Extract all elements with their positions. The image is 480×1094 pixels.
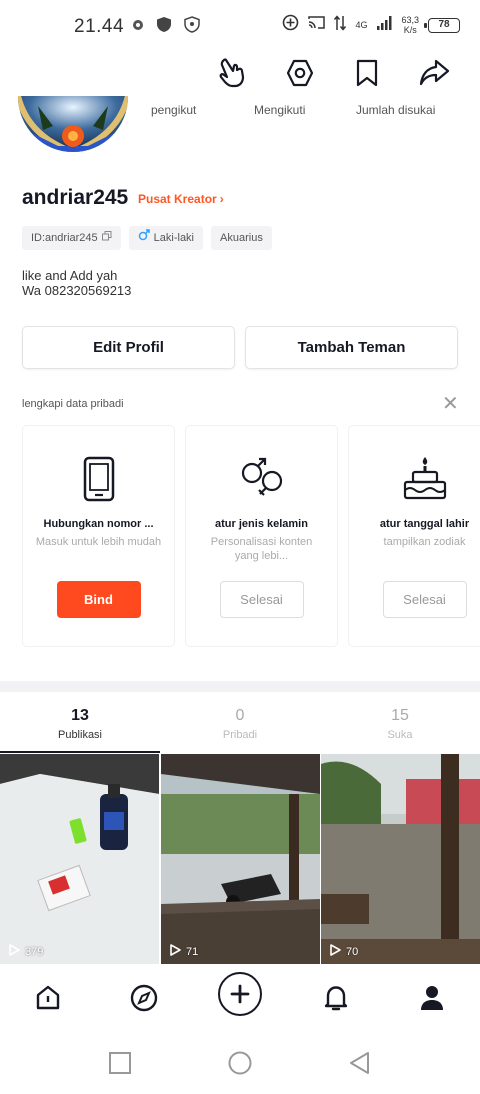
network-type: 4G [355,20,368,30]
tab-count: 15 [391,707,409,724]
done-button[interactable]: Selesai [382,581,467,618]
following-label[interactable]: Mengikuti [254,103,305,117]
active-tab-indicator [0,751,160,753]
done-button[interactable]: Selesai [219,581,304,618]
bio-line-2: Wa 082320569213 [22,283,132,298]
card-bind-phone[interactable]: Hubungkan nomor ... Masuk untuk lebih mu… [22,425,175,647]
add-friend-button[interactable]: Tambah Teman [245,326,458,369]
shield-icon [156,16,172,38]
profile-icon[interactable] [412,978,452,1018]
settings-hexagon-icon[interactable] [282,55,318,91]
view-count: 379 [7,943,43,960]
profile-tabs: 13 Publikasi 0 Pribadi 15 Suka [0,700,480,752]
card-birthday[interactable]: atur tanggal lahir tampilkan zodiak Sele… [348,425,480,647]
birthday-cake-icon [398,452,452,506]
username: andriar245 [22,186,129,209]
copy-icon [101,226,112,250]
id-label: ID:andriar245 [31,232,98,244]
close-icon[interactable]: ✕ [442,394,459,414]
id-tag[interactable]: ID:andriar245 [22,226,121,250]
views-value: 379 [25,945,44,958]
video-thumbnail[interactable]: 379 [0,754,159,964]
card-title: atur tanggal lahir [379,518,470,530]
video-grid: 379 71 70 [0,754,480,964]
card-title: atur jenis kelamin [215,518,308,530]
card-title: Hubungkan nomor ... [43,518,154,530]
data-transfer-icon [334,14,347,36]
card-subtitle: Masuk untuk lebih mudah [35,536,162,548]
play-icon [7,943,21,960]
hand-pointer-icon[interactable] [215,55,251,91]
system-navigation-bar [0,1030,480,1094]
profile-buttons: Edit Profil Tambah Teman [22,326,458,369]
tab-label: Suka [387,729,413,741]
bio: like and Add yah Wa 082320569213 [22,268,131,298]
notification-dot-icon [132,18,144,36]
tab-count: 13 [71,707,89,724]
discover-icon[interactable] [124,978,164,1018]
bottom-nav [0,964,480,1028]
bio-line-1: like and Add yah [22,268,118,283]
status-bar: 21.44 4G 63,3 K/s 78 [0,0,480,56]
tab-label: Pribadi [222,729,258,741]
zodiac-label: Akuarius [220,232,263,244]
play-icon [168,943,182,960]
tab-count: 0 [235,707,245,724]
view-count: 70 [328,943,358,960]
net-speed-value: 63,3 [401,15,419,25]
home-button-icon[interactable] [227,1050,253,1076]
notifications-bell-icon[interactable] [316,978,356,1018]
gender-label: Laki-laki [153,232,195,244]
card-subtitle: tampilkan zodiak [383,536,466,548]
card-gender[interactable]: atur jenis kelamin Personalisasi konten … [185,425,338,647]
data-saver-icon [282,14,299,36]
tab-label: Publikasi [57,729,103,741]
net-speed: 63,3 K/s [401,15,419,35]
card-subtitle: Personalisasi konten yang lebi... [210,536,313,562]
bookmark-icon[interactable] [349,55,385,91]
gender-icon [235,452,289,506]
bind-button[interactable]: Bind [56,581,141,618]
tab-private[interactable]: 0 Pribadi [160,700,320,741]
tab-publications[interactable]: 13 Publikasi [0,700,160,741]
complete-data-cards: Hubungkan nomor ... Masuk untuk lebih mu… [22,425,480,647]
zodiac-tag[interactable]: Akuarius [211,226,272,250]
back-icon[interactable] [347,1050,373,1076]
gender-tag[interactable]: Laki-laki [128,226,204,250]
complete-data-title: lengkapi data pribadi [22,398,124,410]
play-icon [328,943,342,960]
create-plus-icon[interactable] [218,972,262,1016]
likes-label[interactable]: Jumlah disukai [356,103,435,117]
creator-center-link[interactable]: Pusat Kreator › [138,192,224,206]
cast-icon [308,15,326,35]
tab-likes[interactable]: 15 Suka [320,700,480,741]
recents-icon[interactable] [107,1050,133,1076]
net-speed-unit: K/s [403,25,417,35]
share-icon[interactable] [416,55,452,91]
edit-profile-button[interactable]: Edit Profil [22,326,235,369]
profile-tags: ID:andriar245 Laki-laki Akuarius [22,226,272,250]
creator-link-label: Pusat Kreator [138,192,217,206]
views-value: 70 [346,945,359,958]
video-thumbnail[interactable]: 70 [321,754,480,964]
view-count: 71 [168,943,198,960]
video-thumbnail[interactable]: 71 [161,754,320,964]
security-shield-outline-icon [184,16,200,38]
male-icon [138,226,150,250]
signal-icon [376,15,392,36]
avatar[interactable] [18,96,128,152]
status-time: 21.44 [74,16,125,37]
views-value: 71 [186,945,199,958]
home-icon[interactable] [28,978,68,1018]
battery-icon: 78 [424,17,460,33]
header-actions [215,55,452,91]
chevron-right-icon: › [219,192,224,206]
phone-icon [72,452,126,506]
followers-label[interactable]: pengikut [151,103,196,117]
section-divider [0,681,480,692]
